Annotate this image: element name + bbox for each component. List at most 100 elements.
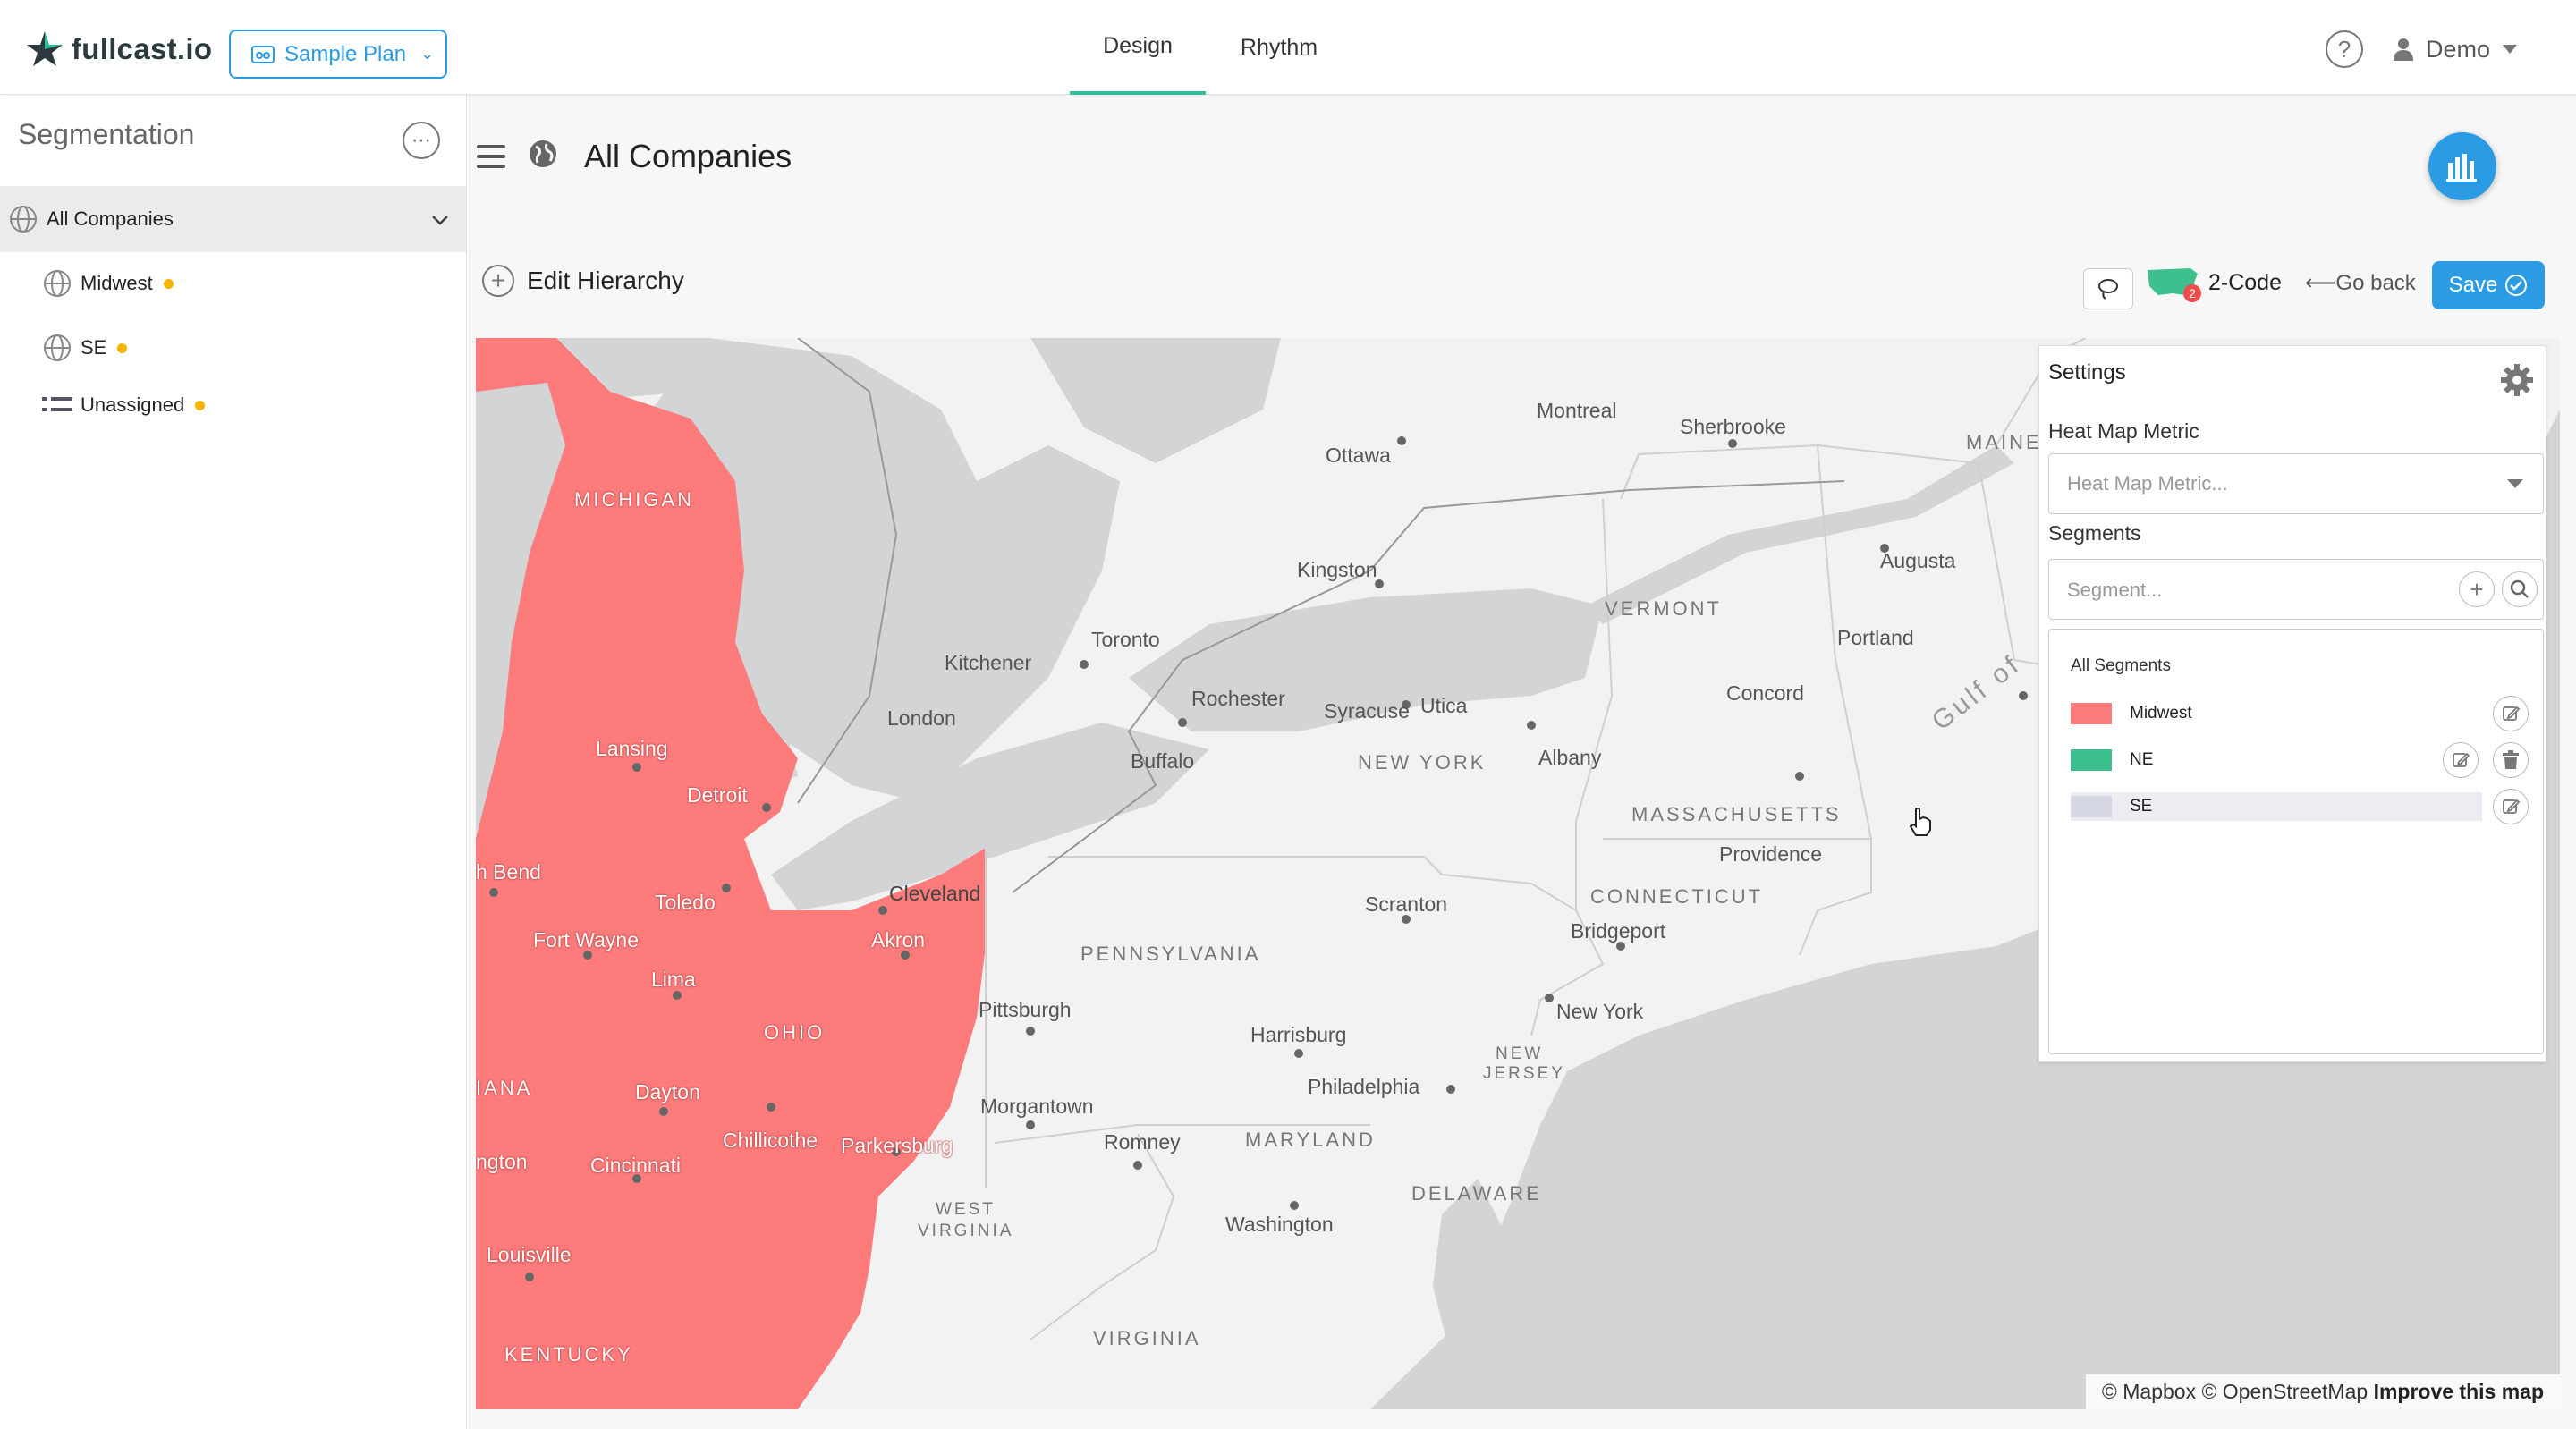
map-label-parkersburg: Parkersburg xyxy=(841,1134,953,1157)
map-label-detroit: Detroit xyxy=(687,783,748,807)
add-segment-button[interactable]: + xyxy=(2459,571,2495,607)
heat-map-placeholder: Heat Map Metric... xyxy=(2067,472,2228,495)
map-label-lansing: Lansing xyxy=(596,737,668,760)
globe-icon xyxy=(41,332,73,364)
page-title: All Companies xyxy=(584,138,792,174)
improve-map-link[interactable]: Improve this map xyxy=(2374,1380,2544,1403)
sidebar-item-midwest[interactable]: Midwest xyxy=(0,250,466,317)
map-label-washington: Washington xyxy=(1225,1213,1334,1236)
fullcast-star-icon xyxy=(27,31,63,66)
map-label-providence: Providence xyxy=(1719,842,1823,866)
segment-color-swatch xyxy=(2071,749,2112,771)
sidebar-item-all-companies[interactable]: All Companies xyxy=(0,186,466,252)
map-label-syracuse: Syracuse xyxy=(1324,699,1410,723)
segment-item-ne[interactable]: NE xyxy=(2071,746,2482,774)
settings-title: Settings xyxy=(2048,360,2126,385)
map-label-pittsburgh: Pittsburgh xyxy=(979,998,1072,1021)
attribution-text[interactable]: © Mapbox © OpenStreetMap xyxy=(2102,1380,2368,1403)
map-label-augusta: Augusta xyxy=(1880,549,1956,572)
plan-icon xyxy=(251,45,275,63)
tab-rhythm[interactable]: Rhythm xyxy=(1218,0,1340,95)
save-button[interactable]: Save xyxy=(2432,261,2545,309)
edit-segment-button[interactable] xyxy=(2443,742,2479,778)
map-label-vermont: VERMONT xyxy=(1605,597,1722,620)
globe-icon xyxy=(41,267,73,300)
map-label-dayton: Dayton xyxy=(635,1080,700,1103)
map-label-kingston: Kingston xyxy=(1297,558,1377,581)
sidebar-item-unassigned[interactable]: Unassigned xyxy=(0,372,466,438)
map-label-ohio: OHIO xyxy=(764,1021,826,1044)
map-label-new-york: NEW YORK xyxy=(1358,751,1487,774)
search-icon[interactable] xyxy=(2502,571,2538,607)
map-label-concord: Concord xyxy=(1726,681,1804,705)
edit-hierarchy-label: Edit Hierarchy xyxy=(527,266,684,294)
map-label-albany: Albany xyxy=(1538,746,1602,769)
map-label-kitchener: Kitchener xyxy=(945,651,1032,674)
map-label-toledo: Toledo xyxy=(655,891,716,914)
segment-input[interactable] xyxy=(2067,572,2443,608)
map-label-west-virginia-2: VIRGINIA xyxy=(918,1222,1014,1240)
more-options-icon[interactable]: ⋯ xyxy=(402,122,440,159)
lasso-tool-button[interactable] xyxy=(2083,268,2133,309)
hand-cursor-icon xyxy=(1909,808,1931,836)
heat-map-metric-select[interactable]: Heat Map Metric... xyxy=(2048,453,2544,514)
logo-text: fullcast.io xyxy=(72,32,213,65)
settings-panel: Settings Heat Map Metric Heat Map Metric… xyxy=(2038,345,2546,1062)
top-bar: fullcast.io Sample Plan ⌄ Design Rhythm … xyxy=(0,0,2576,95)
hamburger-menu-icon[interactable] xyxy=(477,145,505,168)
segment-color-swatch xyxy=(2071,703,2112,724)
map-label-new-york-city: New York xyxy=(1556,1000,1644,1023)
edit-segment-button[interactable] xyxy=(2493,696,2529,731)
status-dot xyxy=(117,342,128,353)
plan-selector-button[interactable]: Sample Plan ⌄ xyxy=(229,30,447,79)
bar-chart-icon xyxy=(2446,154,2477,182)
trash-icon[interactable] xyxy=(2493,742,2529,778)
two-code-toggle[interactable]: 2 2-Code xyxy=(2146,265,2282,302)
chevron-down-icon[interactable] xyxy=(431,215,449,225)
sidebar-item-label: SE xyxy=(80,336,107,359)
map-label-connecticut: CONNECTICUT xyxy=(1590,885,1764,908)
tab-design[interactable]: Design xyxy=(1070,0,1206,95)
gear-icon[interactable] xyxy=(2499,362,2535,398)
chevron-down-icon: ⌄ xyxy=(420,45,435,63)
arrow-left-icon: ⟵ xyxy=(2305,271,2336,295)
analytics-button[interactable] xyxy=(2428,132,2496,200)
map-label-maine: MAINE xyxy=(1966,431,2042,453)
logo[interactable]: fullcast.io xyxy=(25,27,212,72)
sidebar-item-label: All Companies xyxy=(47,207,174,230)
map-label-bridgeport: Bridgeport xyxy=(1571,919,1666,943)
map-label-michigan: MICHIGAN xyxy=(574,488,694,511)
georgian-bay xyxy=(1030,338,1281,463)
map-label-west-virginia-1: WEST xyxy=(936,1200,996,1219)
map-label-montreal: Montreal xyxy=(1537,399,1617,422)
map-label-indianapolis: ngton xyxy=(476,1150,528,1173)
sidebar-item-label: Midwest xyxy=(80,272,153,294)
state-border xyxy=(1048,856,1577,911)
map-label-louisville: Louisville xyxy=(487,1243,572,1266)
segment-item-se[interactable]: SE xyxy=(2071,792,2482,821)
segment-name: NE xyxy=(2130,750,2154,769)
edit-segment-button[interactable] xyxy=(2493,789,2529,824)
plus-circle-icon: + xyxy=(482,265,514,297)
help-icon[interactable]: ? xyxy=(2326,30,2363,68)
map-label-rochester: Rochester xyxy=(1191,687,1285,710)
plan-label: Sample Plan xyxy=(284,41,407,66)
sidebar-item-se[interactable]: SE xyxy=(0,315,466,381)
map-label-pennsylvania: PENNSYLVANIA xyxy=(1080,943,1261,965)
user-icon xyxy=(2394,38,2413,61)
map-label-cleveland: Cleveland xyxy=(889,882,981,905)
go-back-label: Go back xyxy=(2335,271,2416,295)
us-map-icon: 2 xyxy=(2146,265,2201,302)
map-label-kentucky: KENTUCKY xyxy=(504,1343,633,1366)
state-border xyxy=(1575,498,1614,910)
map-label-scranton: Scranton xyxy=(1365,892,1448,916)
segment-name: Midwest xyxy=(2130,704,2192,723)
user-menu[interactable]: Demo xyxy=(2394,27,2518,72)
go-back-link[interactable]: ⟵Go back xyxy=(2305,270,2416,296)
edit-hierarchy-button[interactable]: + Edit Hierarchy xyxy=(482,265,684,297)
segment-item-midwest[interactable]: Midwest xyxy=(2071,699,2482,728)
caret-down-icon xyxy=(2507,479,2523,488)
map-label-ottawa: Ottawa xyxy=(1326,444,1391,467)
map-label-new-jersey-1: NEW xyxy=(1496,1044,1544,1063)
state-border xyxy=(1620,444,1872,840)
